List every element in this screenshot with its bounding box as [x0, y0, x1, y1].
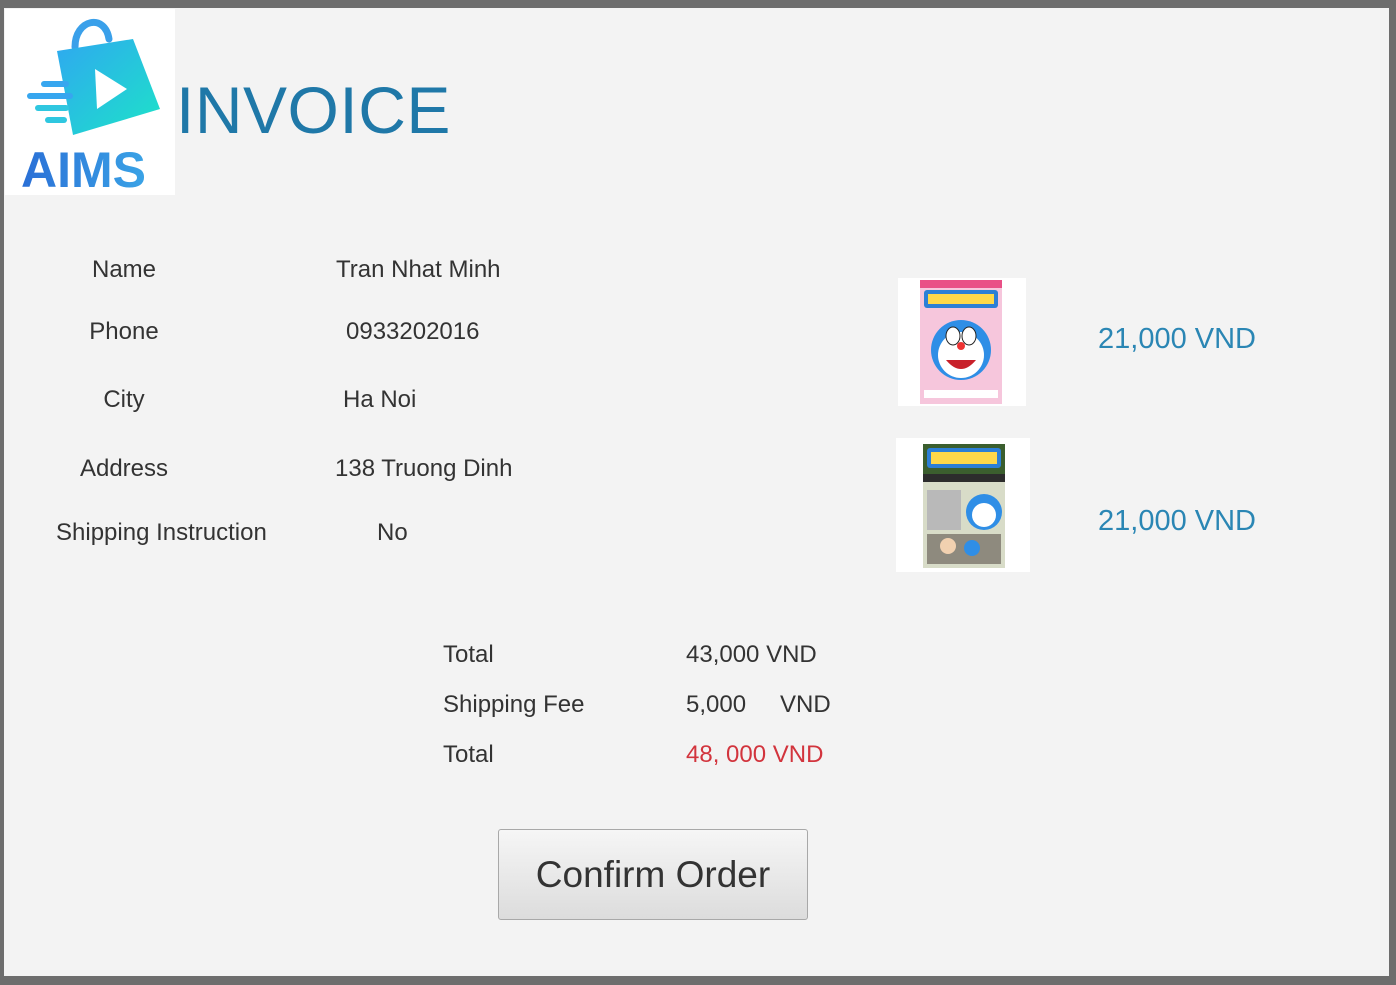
shipping-fee-value: 5,000: [686, 691, 747, 718]
total-label: Total: [443, 741, 494, 768]
page-title: INVOICE: [176, 73, 451, 147]
name-value: Tran Nhat Minh: [336, 256, 501, 283]
address-label: Address: [79, 455, 169, 482]
logo-text: AIMS: [21, 142, 146, 195]
doraemon-comic-cover-icon: [923, 444, 1005, 568]
aims-logo: AIMS: [5, 9, 175, 195]
address-value: 138 Truong Dinh: [335, 455, 513, 482]
shipping-instruction-value: No: [377, 519, 408, 546]
shipping-fee-unit: VND: [780, 691, 831, 718]
product-thumbnail: [898, 278, 1026, 406]
invoice-window: AIMS INVOICE Name Tran Nhat Minh Phone 0…: [4, 8, 1389, 976]
item-price: 21,000 VND: [1098, 323, 1256, 355]
phone-label: Phone: [89, 318, 159, 345]
city-value: Ha Noi: [343, 386, 417, 413]
shipping-fee-label: Shipping Fee: [443, 691, 585, 718]
shopping-bag-icon: AIMS: [21, 19, 160, 195]
total-value: 48, 000 VND: [686, 741, 824, 768]
shipping-instruction-label: Shipping Instruction: [56, 519, 267, 546]
product-thumbnail: [896, 438, 1030, 572]
confirm-order-button[interactable]: Confirm Order: [498, 829, 808, 920]
name-label: Name: [91, 256, 157, 283]
doraemon-comic-cover-icon: [920, 280, 1002, 404]
phone-value: 0933202016: [346, 318, 480, 345]
city-label: City: [103, 386, 145, 413]
subtotal-value: 43,000 VND: [686, 641, 817, 668]
item-price: 21,000 VND: [1098, 505, 1256, 537]
subtotal-label: Total: [443, 641, 494, 668]
